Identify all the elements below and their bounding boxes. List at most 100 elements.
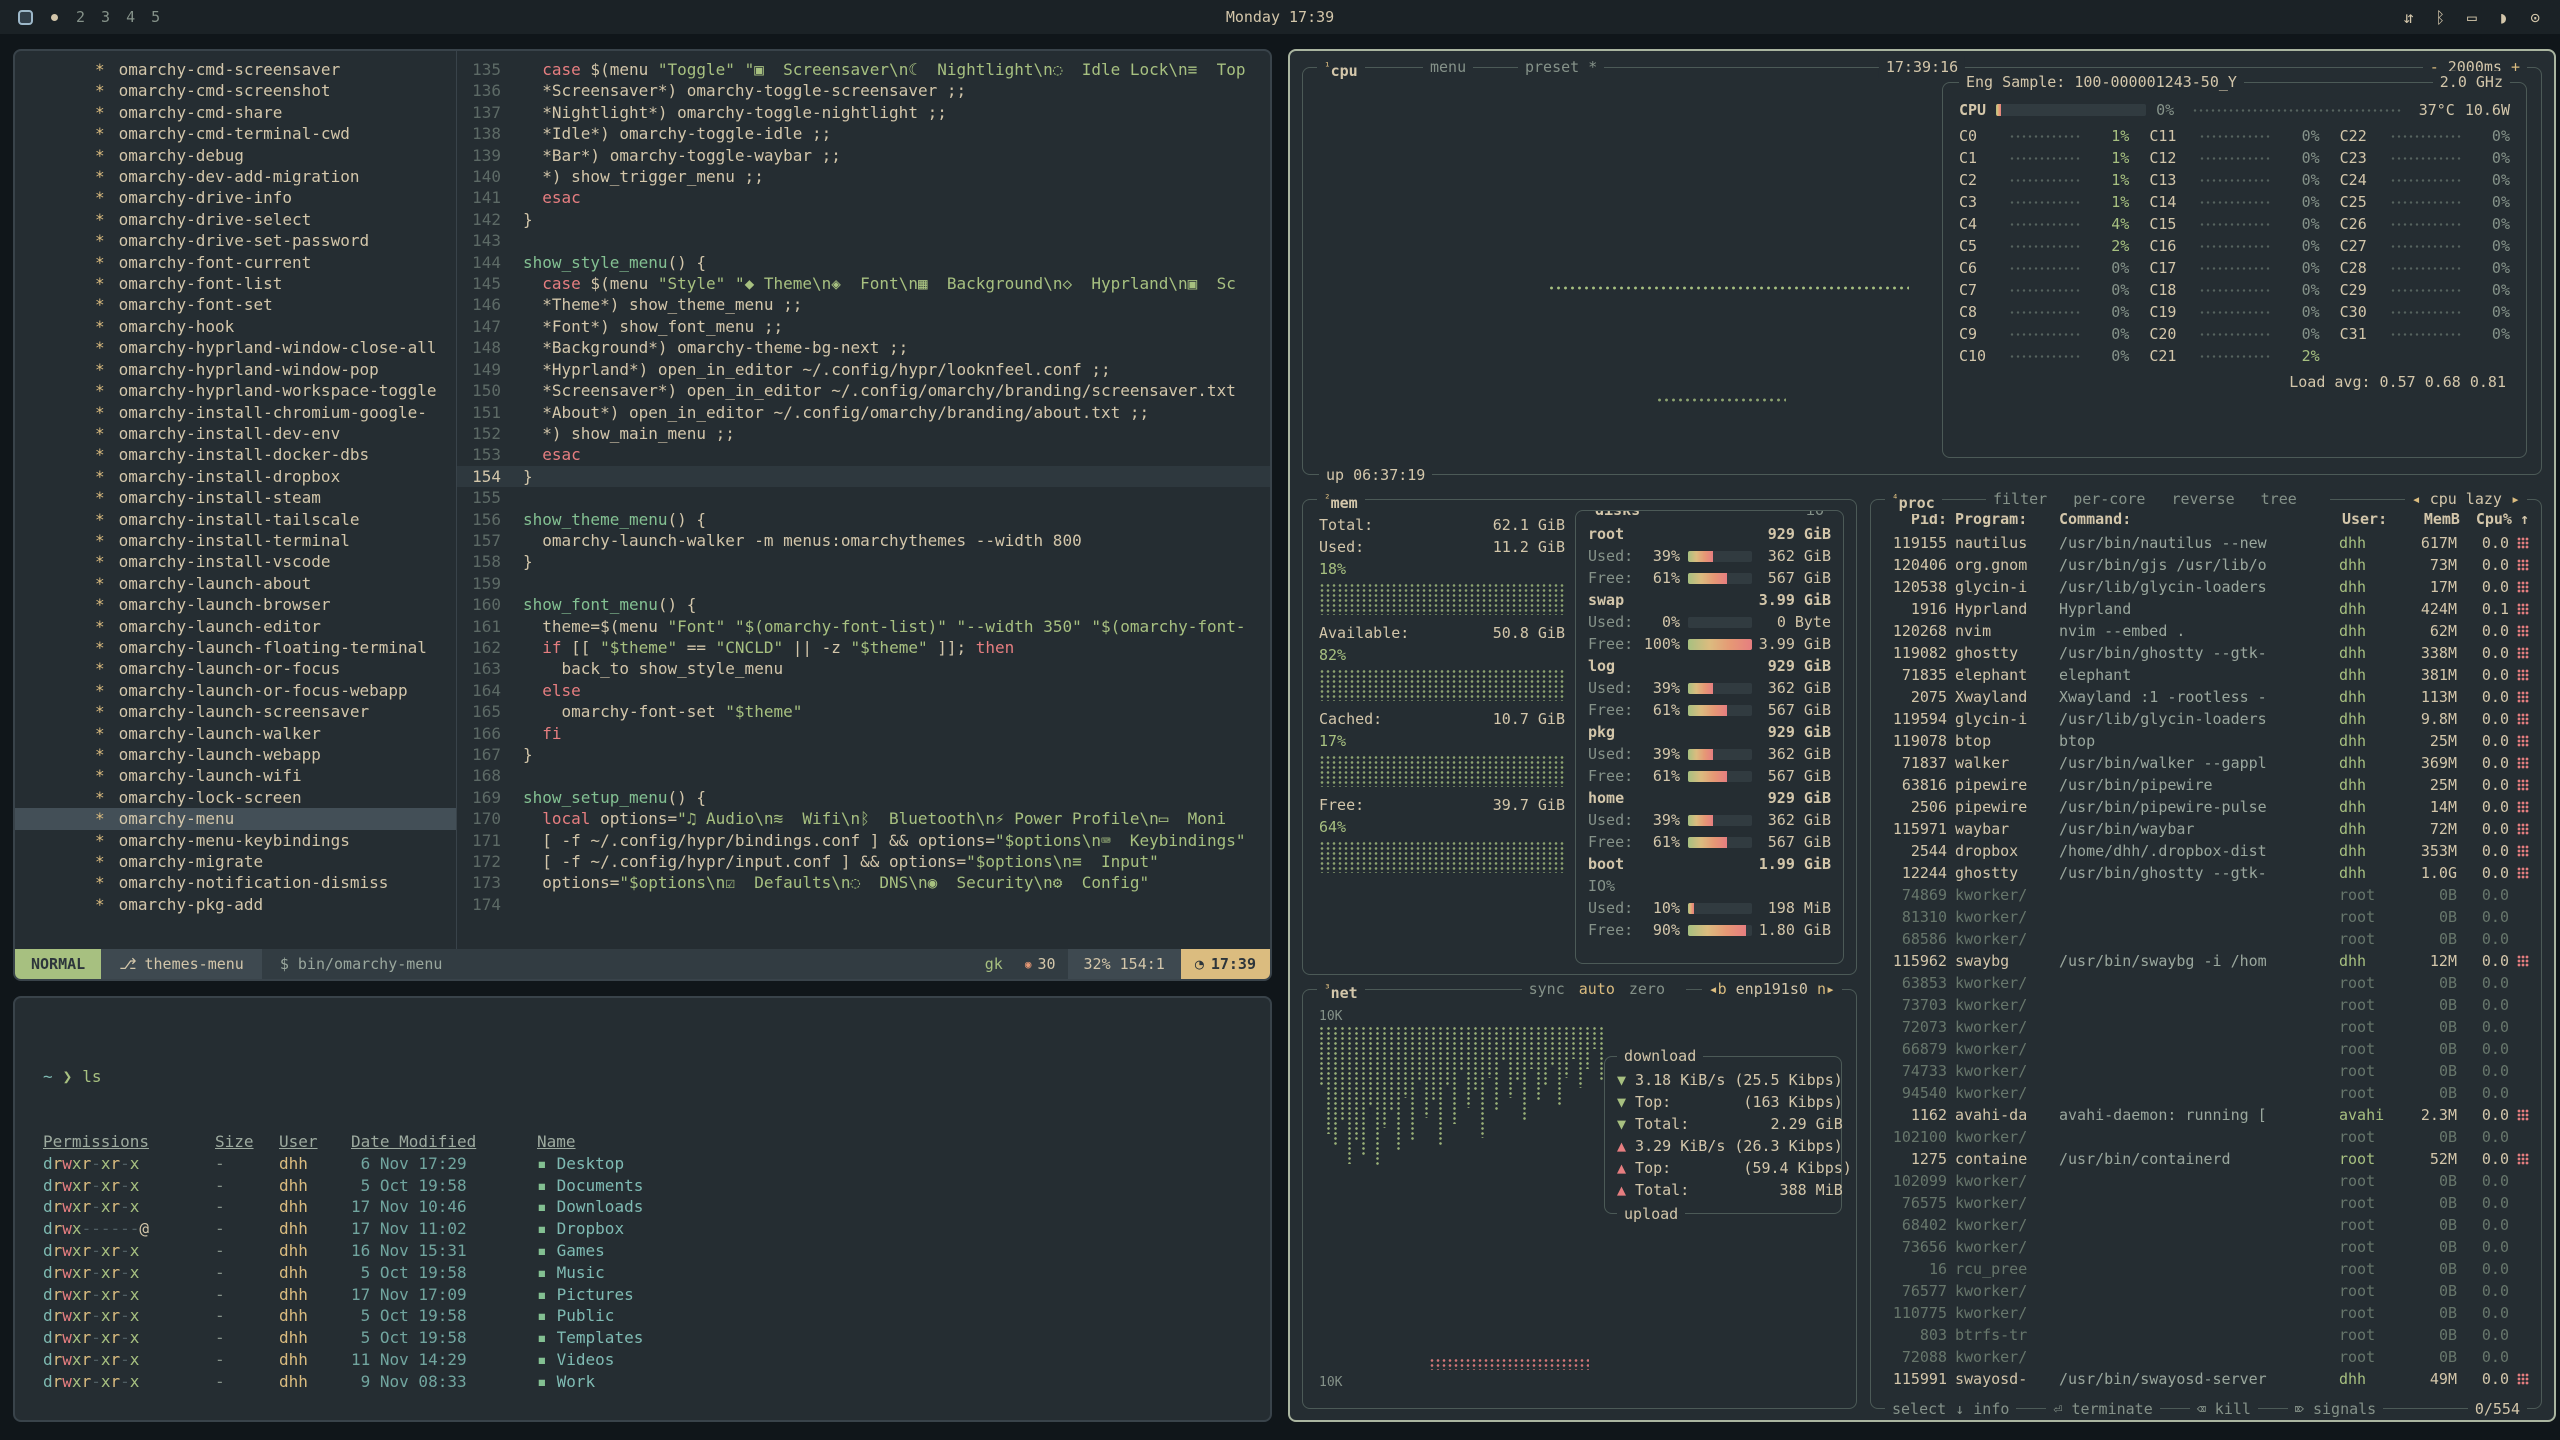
code-line[interactable]: 135 case $(menu "Toggle" "▣ Screensaver\…: [457, 59, 1270, 80]
process-row[interactable]: 119078btopbtopdhh25M0.0: [1883, 730, 2529, 752]
file-item[interactable]: *omarchy-install-dev-env: [15, 423, 456, 444]
process-row[interactable]: 119155nautilus/usr/bin/nautilus --newdhh…: [1883, 532, 2529, 554]
code-line[interactable]: 141 esac: [457, 187, 1270, 208]
code-line[interactable]: 174: [457, 894, 1270, 915]
process-row[interactable]: 115971waybar/usr/bin/waybardhh72M0.0: [1883, 818, 2529, 840]
code-line[interactable]: 154}: [457, 466, 1270, 487]
code-line[interactable]: 142}: [457, 209, 1270, 230]
proc-hint[interactable]: ⌫ kill: [2190, 1398, 2258, 1420]
code-line[interactable]: 157 omarchy-launch-walker -m menus:omarc…: [457, 530, 1270, 551]
process-row[interactable]: 115991swayosd-/usr/bin/swayosd-serverdhh…: [1883, 1368, 2529, 1390]
process-row[interactable]: 71837walker/usr/bin/walker --gappldhh369…: [1883, 752, 2529, 774]
proc-box-title[interactable]: ⁴proc: [1885, 488, 1942, 514]
process-row[interactable]: 12244ghostty/usr/bin/ghostty --gtk-dhh1.…: [1883, 862, 2529, 884]
file-item[interactable]: *omarchy-hook: [15, 316, 456, 337]
proc-sort-mode[interactable]: ◂ cpu lazy ▸: [2405, 488, 2527, 510]
code-line[interactable]: 165 omarchy-font-set "$theme": [457, 701, 1270, 722]
file-item[interactable]: *omarchy-pkg-add: [15, 894, 456, 915]
file-item[interactable]: *omarchy-drive-info: [15, 187, 456, 208]
process-row[interactable]: 68402kworker/root0B0.0: [1883, 1214, 2529, 1236]
code-line[interactable]: 136 *Screensaver*) omarchy-toggle-screen…: [457, 80, 1270, 101]
file-item[interactable]: *omarchy-font-set: [15, 294, 456, 315]
file-item[interactable]: *omarchy-font-list: [15, 273, 456, 294]
process-row[interactable]: 81310kworker/root0B0.0: [1883, 906, 2529, 928]
code-line[interactable]: 171 [ -f ~/.config/hypr/bindings.conf ] …: [457, 830, 1270, 851]
display-icon[interactable]: ▭: [2467, 8, 2477, 27]
file-item[interactable]: *omarchy-font-current: [15, 252, 456, 273]
code-line[interactable]: 170 local options="♫ Audio\n≋ Wifi\nᛒ Bl…: [457, 808, 1270, 829]
code-line[interactable]: 137 *Nightlight*) omarchy-toggle-nightli…: [457, 102, 1270, 123]
process-row[interactable]: 66879kworker/root0B0.0: [1883, 1038, 2529, 1060]
net-box-title[interactable]: ³net: [1317, 978, 1365, 1004]
code-line[interactable]: 155: [457, 487, 1270, 508]
file-item[interactable]: *omarchy-migrate: [15, 851, 456, 872]
sync-icon[interactable]: ⇵: [2404, 8, 2414, 27]
process-row[interactable]: 16rcu_preeroot0B0.0: [1883, 1258, 2529, 1280]
file-item[interactable]: *omarchy-menu: [15, 808, 456, 829]
process-row[interactable]: 119594glycin-i/usr/lib/glycin-loadersdhh…: [1883, 708, 2529, 730]
workspace-number[interactable]: 4: [126, 8, 135, 26]
file-item[interactable]: *omarchy-cmd-terminal-cwd: [15, 123, 456, 144]
file-item[interactable]: *omarchy-cmd-screenshot: [15, 80, 456, 101]
file-item[interactable]: *omarchy-launch-wifi: [15, 765, 456, 786]
process-row[interactable]: 120268nvimnvim --embed .dhh62M0.0: [1883, 620, 2529, 642]
process-row[interactable]: 72088kworker/root0B0.0: [1883, 1346, 2529, 1368]
code-line[interactable]: 159: [457, 573, 1270, 594]
file-item[interactable]: *omarchy-install-dropbox: [15, 466, 456, 487]
proc-options[interactable]: filterper-corereversetree: [1986, 488, 2330, 510]
code-line[interactable]: 144show_style_menu() {: [457, 252, 1270, 273]
file-item[interactable]: *omarchy-install-vscode: [15, 551, 456, 572]
process-row[interactable]: 120406org.gnom/usr/bin/gjs /usr/lib/odhh…: [1883, 554, 2529, 576]
file-item[interactable]: *omarchy-hyprland-window-close-all: [15, 337, 456, 358]
volume-icon[interactable]: ◗: [2499, 8, 2509, 27]
process-row[interactable]: 94540kworker/root0B0.0: [1883, 1082, 2529, 1104]
net-sync-toggle[interactable]: syncautozero: [1522, 978, 1686, 1000]
code-line[interactable]: 173 options="$options\n☑ Defaults\n◌ DNS…: [457, 872, 1270, 893]
code-line[interactable]: 151 *About*) open_in_editor ~/.config/om…: [457, 402, 1270, 423]
code-line[interactable]: 163 back_to show_style_menu: [457, 658, 1270, 679]
code-line[interactable]: 145 case $(menu "Style" "◆ Theme\n◈ Font…: [457, 273, 1270, 294]
file-item[interactable]: *omarchy-menu-keybindings: [15, 830, 456, 851]
code-line[interactable]: 143: [457, 230, 1270, 251]
file-item[interactable]: *omarchy-install-steam: [15, 487, 456, 508]
process-row[interactable]: 68586kworker/root0B0.0: [1883, 928, 2529, 950]
power-icon[interactable]: ⊙: [2530, 8, 2540, 27]
process-row[interactable]: 2544dropbox/home/dhh/.dropbox-distdhh353…: [1883, 840, 2529, 862]
io-toggle[interactable]: io: [1799, 510, 1831, 521]
file-item[interactable]: *omarchy-launch-floating-terminal: [15, 637, 456, 658]
process-row[interactable]: 76577kworker/root0B0.0: [1883, 1280, 2529, 1302]
workspace-number[interactable]: 2: [76, 8, 85, 26]
process-row[interactable]: 115962swaybg/usr/bin/swaybg -i /homdhh12…: [1883, 950, 2529, 972]
file-item[interactable]: *omarchy-install-chromium-google-: [15, 402, 456, 423]
file-item[interactable]: *omarchy-debug: [15, 145, 456, 166]
proc-hint[interactable]: select ↓ info: [1885, 1398, 2016, 1420]
mem-box-title[interactable]: ²mem: [1317, 488, 1365, 514]
bluetooth-icon[interactable]: ᛒ: [2435, 8, 2445, 27]
process-row[interactable]: 73656kworker/root0B0.0: [1883, 1236, 2529, 1258]
file-item[interactable]: *omarchy-launch-or-focus: [15, 658, 456, 679]
code-line[interactable]: 150 *Screensaver*) open_in_editor ~/.con…: [457, 380, 1270, 401]
proc-hint[interactable]: ⌦ signals: [2288, 1398, 2383, 1420]
file-item[interactable]: *omarchy-hyprland-workspace-toggle: [15, 380, 456, 401]
file-item[interactable]: *omarchy-install-terminal: [15, 530, 456, 551]
preset-button[interactable]: preset *: [1518, 56, 1604, 78]
process-row[interactable]: 119082ghostty/usr/bin/ghostty --gtk-dhh3…: [1883, 642, 2529, 664]
process-row[interactable]: 2506pipewire/usr/bin/pipewire-pulsedhh14…: [1883, 796, 2529, 818]
code-line[interactable]: 158}: [457, 551, 1270, 572]
workspace-number[interactable]: 5: [151, 8, 160, 26]
code-line[interactable]: 147 *Font*) show_font_menu ;;: [457, 316, 1270, 337]
file-item[interactable]: *omarchy-dev-add-migration: [15, 166, 456, 187]
code-line[interactable]: 156show_theme_menu() {: [457, 509, 1270, 530]
file-item[interactable]: *omarchy-cmd-share: [15, 102, 456, 123]
process-row[interactable]: 1916HyprlandHyprlanddhh424M0.1: [1883, 598, 2529, 620]
file-item[interactable]: *omarchy-install-tailscale: [15, 509, 456, 530]
code-line[interactable]: 152 *) show_main_menu ;;: [457, 423, 1270, 444]
file-item[interactable]: *omarchy-notification-dismiss: [15, 872, 456, 893]
file-item[interactable]: *omarchy-launch-about: [15, 573, 456, 594]
code-line[interactable]: 164 else: [457, 680, 1270, 701]
process-row[interactable]: 1162avahi-daavahi-daemon: running [avahi…: [1883, 1104, 2529, 1126]
code-line[interactable]: 161 theme=$(menu "Font" "$(omarchy-font-…: [457, 616, 1270, 637]
code-line[interactable]: 167}: [457, 744, 1270, 765]
file-item[interactable]: *omarchy-launch-screensaver: [15, 701, 456, 722]
process-row[interactable]: 102100kworker/root0B0.0: [1883, 1126, 2529, 1148]
